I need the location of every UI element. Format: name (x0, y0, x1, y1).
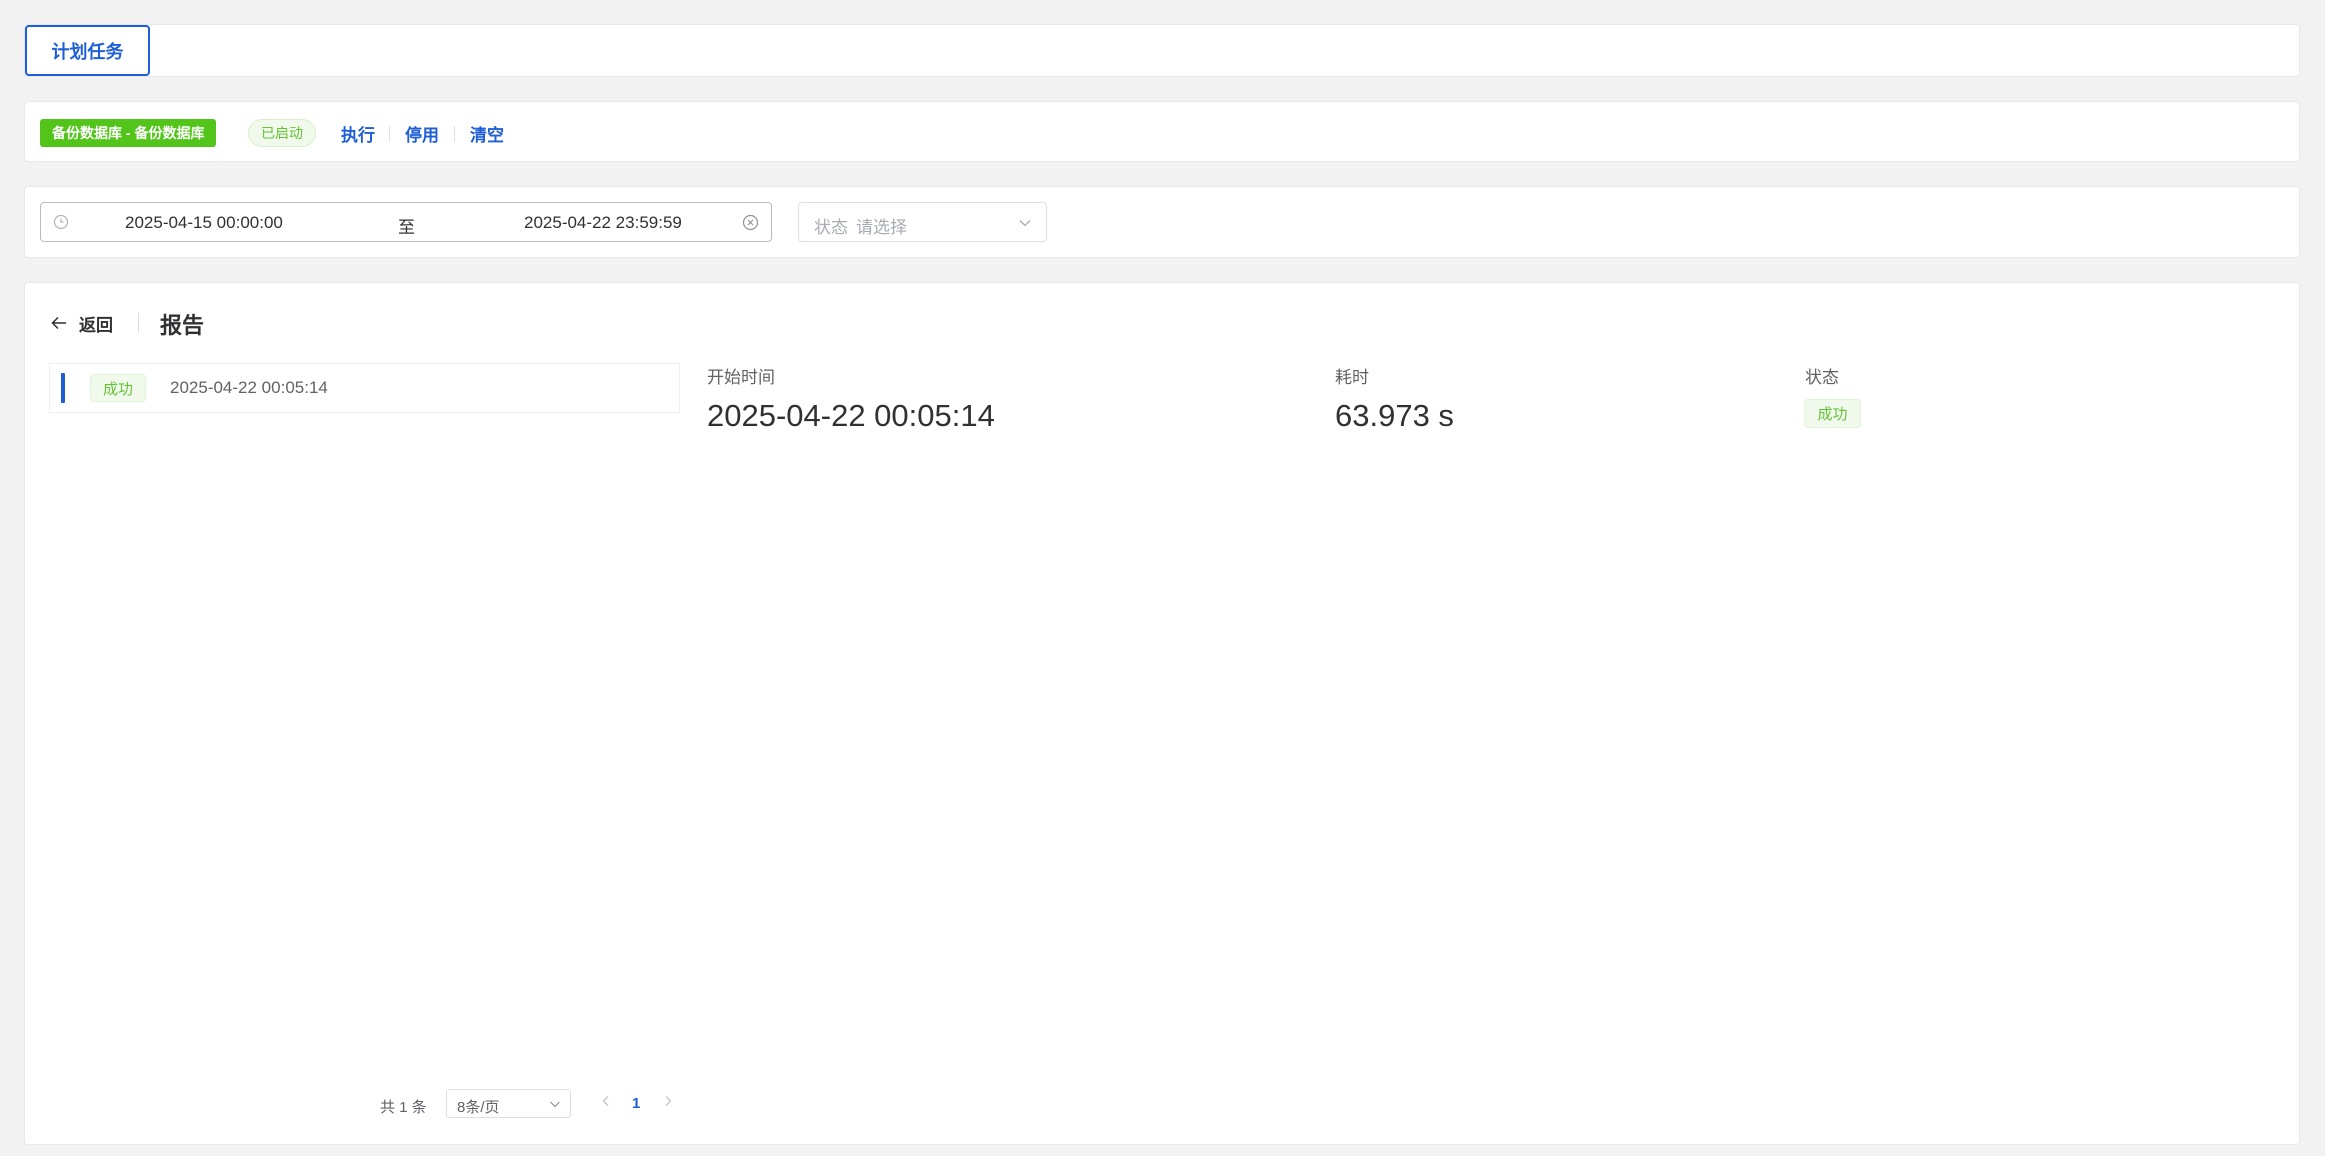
end-date-input[interactable]: 2025-04-22 23:59:59 (524, 213, 682, 233)
page-size-value: 8条/页 (457, 1099, 500, 1116)
run-time: 2025-04-22 00:05:14 (170, 378, 328, 397)
pagination-total: 共 1 条 (380, 1099, 427, 1116)
page-number[interactable]: 1 (632, 1095, 640, 1112)
run-list: 成功 2025-04-22 00:05:14 (49, 363, 680, 413)
tab-scheduled-tasks[interactable]: 计划任务 (25, 25, 150, 76)
back-button[interactable]: 返回 (51, 311, 113, 335)
status-badge: 成功 (1804, 399, 1861, 428)
selected-indicator (61, 373, 65, 403)
clock-icon (53, 214, 69, 230)
page-size-select[interactable]: 8条/页 (446, 1089, 571, 1118)
filter-bar: 2025-04-15 00:00:00 至 2025-04-22 23:59:5… (24, 186, 2300, 258)
disable-button[interactable]: 停用 (405, 119, 439, 147)
start-date-input[interactable]: 2025-04-15 00:00:00 (125, 213, 283, 233)
status-select[interactable]: 状态 请选择 (798, 202, 1047, 242)
status-badge: 成功 (90, 374, 146, 402)
divider (389, 126, 390, 142)
duration-value: 63.973 s (1335, 398, 1454, 433)
job-name-tag: 备份数据库 - 备份数据库 (40, 119, 217, 147)
divider (138, 313, 139, 333)
range-separator: 至 (398, 218, 415, 237)
chevron-left-icon[interactable] (599, 1094, 613, 1108)
tab-bar: 计划任务 (24, 24, 2300, 77)
back-label: 返回 (79, 315, 113, 335)
status-label: 状态 (1805, 368, 1839, 387)
start-time-value: 2025-04-22 00:05:14 (707, 398, 995, 433)
job-status-badge: 已启动 (248, 119, 316, 147)
status-select-label: 状态 (814, 218, 848, 237)
divider (454, 126, 455, 142)
list-item[interactable]: 成功 2025-04-22 00:05:14 (50, 364, 679, 412)
chevron-down-icon (550, 1101, 560, 1108)
duration-label: 耗时 (1335, 368, 1369, 387)
job-bar: 备份数据库 - 备份数据库 已启动 执行 停用 清空 (24, 101, 2300, 162)
chevron-down-icon (1019, 220, 1031, 227)
arrow-left-icon (51, 316, 66, 330)
clear-icon[interactable] (742, 214, 759, 231)
status-select-placeholder: 请选择 (856, 218, 907, 237)
page-title: 报告 (160, 313, 205, 338)
start-time-label: 开始时间 (707, 368, 775, 387)
date-range-picker[interactable]: 2025-04-15 00:00:00 至 2025-04-22 23:59:5… (40, 202, 772, 242)
execute-button[interactable]: 执行 (341, 119, 375, 147)
chevron-right-icon[interactable] (661, 1094, 675, 1108)
report-panel: 返回 报告 成功 2025-04-22 00:05:14 开始时间 2025-0… (24, 282, 2300, 1145)
clear-button[interactable]: 清空 (470, 119, 504, 147)
